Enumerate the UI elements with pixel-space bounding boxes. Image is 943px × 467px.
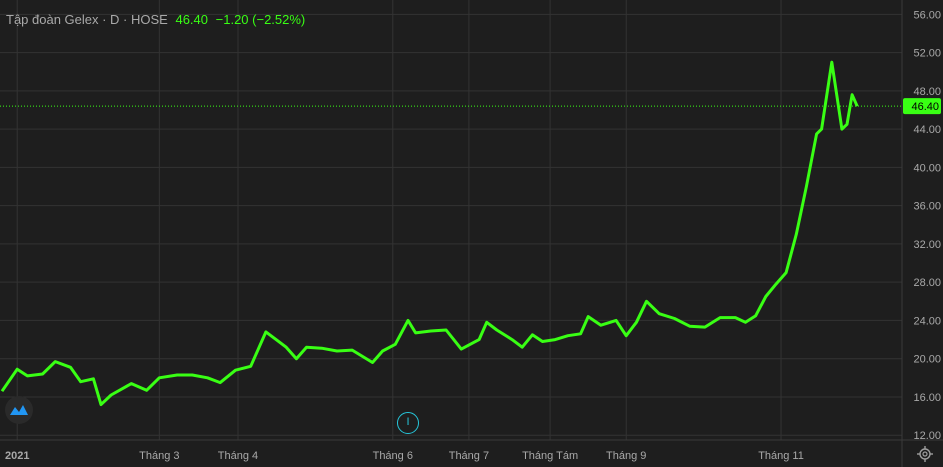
price-change: −1.20 (−2.52%) xyxy=(215,12,306,27)
y-tick-label: 16.00 xyxy=(913,392,941,404)
last-price-label: 46.40 xyxy=(911,101,939,113)
y-tick-label: 24.00 xyxy=(913,315,941,327)
x-tick-label: Tháng 11 xyxy=(758,450,804,462)
gear-icon[interactable] xyxy=(916,445,934,463)
y-tick-label: 56.00 xyxy=(913,9,941,21)
x-tick-label: Tháng 3 xyxy=(139,450,179,462)
last-price-tag: 46.40 xyxy=(903,98,941,115)
y-tick-label: 32.00 xyxy=(913,239,941,251)
x-tick-label: Tháng 9 xyxy=(606,450,646,462)
symbol-legend[interactable]: Tập đoàn Gelex · D · HOSE 46.40 −1.20 (−… xyxy=(6,12,305,27)
x-tick-label: 2021 xyxy=(5,450,29,462)
price-chart[interactable]: 2021 Tháng 3 Tháng 4 Tháng 6 Tháng 7 Tháng Tá… xyxy=(0,0,943,467)
y-tick-label: 40.00 xyxy=(913,162,941,174)
x-tick-label: Tháng 7 xyxy=(449,450,489,462)
x-tick-label: Tháng Tám xyxy=(522,450,578,462)
mountain-icon xyxy=(10,405,28,415)
symbol-name: Tập đoàn Gelex · D · HOSE xyxy=(6,12,168,27)
y-tick-label: 28.00 xyxy=(913,277,941,289)
y-tick-label: 48.00 xyxy=(913,86,941,98)
y-tick-label: 52.00 xyxy=(913,48,941,60)
y-tick-label: 44.00 xyxy=(913,124,941,136)
y-tick-label: 36.00 xyxy=(913,201,941,213)
last-value: 46.40 xyxy=(175,12,209,27)
event-marker-icon[interactable]: I xyxy=(397,412,419,434)
x-tick-label: Tháng 6 xyxy=(373,450,413,462)
x-tick-label: Tháng 4 xyxy=(218,450,258,462)
y-tick-label: 12.00 xyxy=(913,430,941,442)
y-tick-label: 20.00 xyxy=(913,354,941,366)
tradingview-logo-icon[interactable] xyxy=(5,396,33,424)
